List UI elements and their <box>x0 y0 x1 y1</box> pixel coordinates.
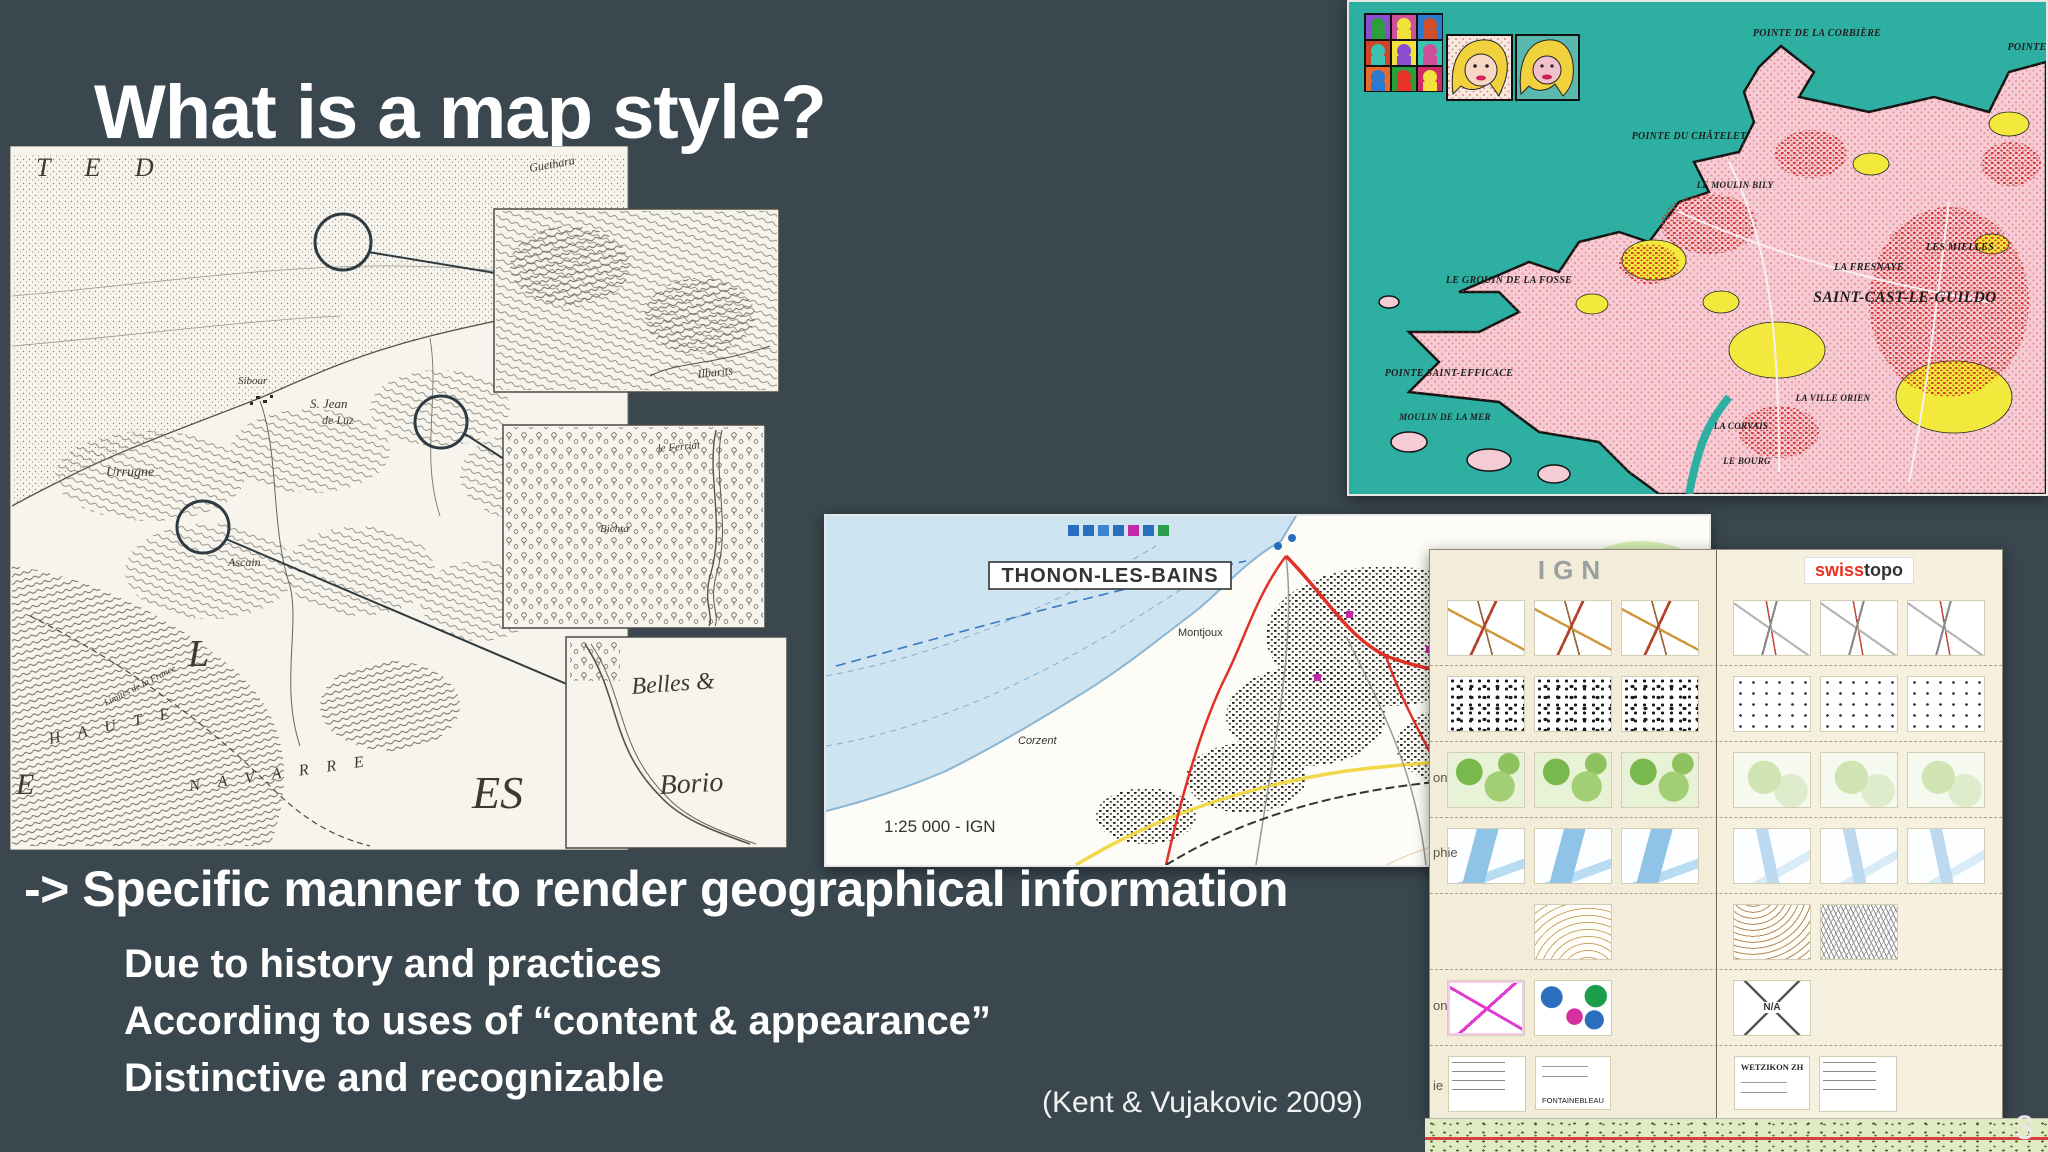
popart-map-svg: POINTE DE LA CORBIÈRE POINTE POINTE DU C… <box>1349 2 2046 494</box>
label-montjoux: Montjoux <box>1178 627 1223 639</box>
label-st-jean-1: S. Jean <box>310 396 348 411</box>
map-icon-strip <box>1068 525 1169 536</box>
swatch-roads-ign-3 <box>1621 599 1699 656</box>
swatch-hydro-ign-3 <box>1621 827 1699 884</box>
swatch-vegetation-st-1 <box>1733 751 1811 808</box>
popart-face-inset-1 <box>1446 34 1513 101</box>
sea-letters: T E D <box>36 153 168 182</box>
style-comparison-table: IGN swisstopo N/A FONTAINEBLEAU WETZIKON… <box>1429 549 2003 1122</box>
swatch-hydro-st-3 <box>1907 827 1985 884</box>
swatch-roads-ign-2 <box>1534 599 1612 656</box>
label-moulin-bily: LE MOULIN BILY <box>1696 180 1775 190</box>
swatch-buildings-ign-3 <box>1621 675 1699 732</box>
swisstopo-header: swisstopo <box>1804 557 1914 583</box>
bullet-item-2: According to uses of “content & appearan… <box>124 999 991 1043</box>
label-fresnaye: LA FRESNAYE <box>1833 262 1904 273</box>
inset-terrain: Ilbarits <box>493 208 780 393</box>
swatch-vegetation-st-3 <box>1907 751 1985 808</box>
label-chatelet: POINTE DU CHÂTELET <box>1632 130 1747 142</box>
label-grouin: LE GROUIN DE LA FOSSE <box>1445 275 1572 286</box>
label-bichta: Bichta <box>600 523 629 535</box>
label-ville-orien: LA VILLE ORIEN <box>1795 393 1871 403</box>
citation: (Kent & Vujakovic 2009) <box>1042 1086 1363 1119</box>
inset-placenames: Belles & Borio <box>565 636 788 849</box>
inset-forest: le Ferriat Bichta <box>502 424 766 629</box>
label-mielles: LES MIELLES <box>1925 242 1994 253</box>
popart-map-figure: POINTE DE LA CORBIÈRE POINTE POINTE DU C… <box>1347 0 2048 496</box>
ign-header: IGN <box>1537 554 1609 585</box>
row-label-hydrography: phie <box>1433 845 1458 860</box>
row-label-symbols: on <box>1433 998 1448 1013</box>
label-efficace: POINTE SAINT-EFFICACE <box>1385 368 1513 379</box>
topo-title: THONON-LES-BAINS <box>1001 565 1218 587</box>
popart-face-inset-2 <box>1515 34 1580 101</box>
map-strip <box>1425 1118 2048 1152</box>
swatch-symbols-ign-1 <box>1447 979 1525 1036</box>
swatch-buildings-st-2 <box>1820 675 1898 732</box>
swatch-roads-st-2 <box>1820 599 1898 656</box>
swatch-hydro-st-1 <box>1733 827 1811 884</box>
label-borio: Borio <box>659 767 724 801</box>
scale-label: 1:25 000 - IGN <box>884 817 996 836</box>
label-moulin-mer: MOULIN DE LA MER <box>1398 412 1491 422</box>
swatch-roads-st-1 <box>1733 599 1811 656</box>
label-corvais: LA CORVAIS <box>1713 421 1768 431</box>
bullet-item-1: Due to history and practices <box>124 942 662 986</box>
row-label-vegetation: on <box>1433 770 1448 785</box>
swatch-vegetation-st-2 <box>1820 751 1898 808</box>
swatch-hydro-ign-2 <box>1534 827 1612 884</box>
label-es: ES <box>471 767 523 818</box>
label-sibour: Sibour <box>238 375 268 387</box>
swatch-hydro-ign-1 <box>1447 827 1525 884</box>
label-corbiere: POINTE DE LA CORBIÈRE <box>1753 27 1881 39</box>
historical-map-svg: T E D Guethara Sibour S. Jean de Luz Urr… <box>10 146 788 850</box>
label-corzent: Corzent <box>1018 735 1057 747</box>
swatch-buildings-st-3 <box>1907 675 1985 732</box>
swatch-roads-st-3 <box>1907 599 1985 656</box>
bullet-list: Due to history and practices According t… <box>124 942 991 1101</box>
slide: What is a map style? T E D Guethara Sibo… <box>0 0 2048 1152</box>
row-label-toponymy: ie <box>1433 1078 1444 1093</box>
swatch-roads-ign-1 <box>1447 599 1525 656</box>
label-ascain: Ascain <box>227 555 261 569</box>
page-number: 3 <box>2015 1109 2034 1147</box>
label-big-l: L <box>187 633 209 675</box>
swatch-buildings-st-1 <box>1733 675 1811 732</box>
fontainebleau-cell: FONTAINEBLEAU <box>1535 1055 1611 1110</box>
swatch-buildings-ign-1 <box>1447 675 1525 732</box>
label-big-e: E <box>15 768 34 801</box>
label-saint-cast: SAINT-CAST-LE-GUILDO <box>1813 289 1996 306</box>
swatch-buildings-ign-2 <box>1534 675 1612 732</box>
wetzikon-cell: WETZIKON ZH <box>1734 1055 1810 1110</box>
swatch-vegetation-ign-1 <box>1447 751 1525 808</box>
swatch-vegetation-ign-3 <box>1621 751 1699 808</box>
swatch-toponymy-st-1 <box>1819 1055 1897 1112</box>
table-divider <box>1716 550 1717 1119</box>
topo-title-box: THONON-LES-BAINS <box>988 561 1232 590</box>
swatch-hydro-st-2 <box>1820 827 1898 884</box>
na-cell: N/A <box>1733 979 1811 1036</box>
swatch-relief-ign-1 <box>1534 903 1612 960</box>
swatch-symbols-ign-2 <box>1534 979 1612 1036</box>
label-bourg: LE BOURG <box>1722 456 1771 466</box>
label-urrugne: Urrugne <box>106 465 154 480</box>
swatch-relief-st-1 <box>1733 903 1811 960</box>
swatch-vegetation-ign-2 <box>1534 751 1612 808</box>
bullet-item-3: Distinctive and recognizable <box>124 1056 665 1100</box>
warhol-grid-inset <box>1364 13 1443 92</box>
page-title: What is a map style? <box>94 69 827 155</box>
label-st-jean-2: de Luz <box>322 413 354 427</box>
statement: -> Specific manner to render geographica… <box>24 861 1289 917</box>
historical-map-figure: T E D Guethara Sibour S. Jean de Luz Urr… <box>10 146 790 850</box>
label-pointe-cut: POINTE <box>2007 42 2046 53</box>
swatch-relief-st-2 <box>1820 903 1898 960</box>
swatch-toponymy-ign-1 <box>1448 1055 1526 1112</box>
